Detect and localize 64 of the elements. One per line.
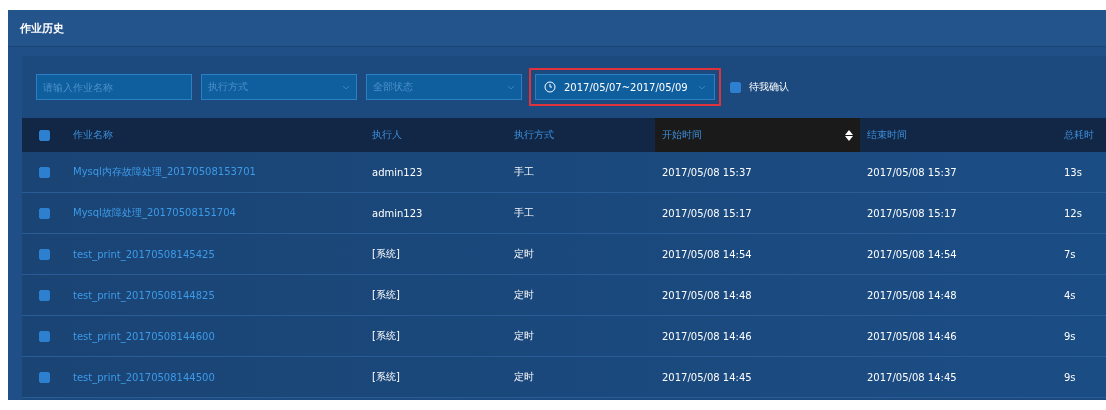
chevron-down-icon (507, 84, 515, 90)
table-row[interactable]: Mysql故障处理_20170508151704 admin123 手工 2017/05/08 15:17 2017/05/08 15:17 12s (22, 193, 1106, 234)
column-header[interactable]: 结束时间 (860, 118, 1057, 152)
table-cell-text: admin123 (371, 166, 424, 178)
table-cell-text: 2017/05/08 14:54 (661, 248, 753, 260)
table-row[interactable]: test_print_20170508144825 [系统] 定时 2017/05/08 14:48 2017/05/08 14:48 4s (22, 275, 1106, 316)
table-cell-text: 2017/05/08 15:37 (866, 166, 958, 178)
table-cell-text: admin123 (371, 207, 424, 219)
sort-icon (845, 129, 853, 141)
table-cell-text: [系统] (371, 288, 401, 302)
column-header[interactable]: 开始时间 (655, 118, 860, 152)
checkbox[interactable] (38, 166, 50, 178)
table-cell-text: 2017/05/08 15:17 (661, 207, 753, 219)
job-link[interactable]: Mysql内存故障处理_20170508153701 (66, 165, 365, 179)
pending-checkbox[interactable]: 待我确认 (730, 80, 789, 94)
table-cell-text: 12s (1063, 207, 1083, 219)
checkbox[interactable] (38, 289, 50, 301)
column-header[interactable]: 总耗时 (1057, 118, 1106, 152)
checkbox[interactable] (38, 330, 50, 342)
checkbox[interactable] (38, 129, 50, 141)
job-link[interactable]: test_print_20170508144825 (66, 289, 365, 301)
chevron-down-icon (342, 84, 350, 90)
column-header[interactable]: 执行人 (365, 118, 507, 152)
table-cell-text: [系统] (371, 370, 401, 384)
table-cell-text: 2017/05/08 14:46 (661, 330, 753, 342)
column-header[interactable]: 执行方式 (507, 118, 655, 152)
checkbox[interactable] (38, 371, 50, 383)
table-cell-text: 2017/05/08 14:45 (866, 371, 958, 383)
table-cell-text: 2017/05/08 14:48 (661, 289, 753, 301)
table-cell-text: 2017/05/08 14:45 (661, 371, 753, 383)
checkbox[interactable] (38, 248, 50, 260)
table-cell-text: 定时 (513, 288, 535, 302)
table-row[interactable]: test_print_20170508145425 [系统] 定时 2017/05/08 14:54 2017/05/08 14:54 7s (22, 234, 1106, 275)
table-cell-text: 手工 (513, 206, 535, 220)
job-link[interactable]: test_print_20170508145425 (66, 248, 365, 260)
chevron-down-icon (698, 84, 706, 90)
table-cell-text: 手工 (513, 165, 535, 179)
table-cell-text: 定时 (513, 329, 535, 343)
window-title: 作业历史 (20, 20, 64, 36)
table-cell-text: 2017/05/08 15:37 (661, 166, 753, 178)
table-cell-text: 4s (1063, 289, 1077, 301)
checkbox[interactable] (38, 207, 50, 219)
checkbox[interactable] (730, 81, 741, 93)
table-cell-text: 13s (1063, 166, 1083, 178)
job-link[interactable]: test_print_20170508144600 (66, 330, 365, 342)
table-cell-text: 定时 (513, 370, 535, 384)
table-cell-text: 2017/05/08 14:48 (866, 289, 958, 301)
date-range-field[interactable]: 2017/05/07~2017/05/09 (535, 74, 715, 100)
table-row[interactable]: Mysql内存故障处理_20170508153701 admin123 手工 2017/05/08 15:37 2017/05/08 15:37 13s (22, 152, 1106, 193)
table-cell-text: 2017/05/08 15:17 (866, 207, 958, 219)
table-cell-text: 9s (1063, 371, 1077, 383)
table-cell-text: 定时 (513, 247, 535, 261)
clock-icon (544, 81, 556, 93)
job-link[interactable]: Mysql故障处理_20170508151704 (66, 206, 365, 220)
table-row[interactable]: test_print_20170508144500 [系统] 定时 2017/05/08 14:45 2017/05/08 14:45 9s (22, 357, 1106, 398)
table-cell-text: 2017/05/08 14:54 (866, 248, 958, 260)
column-header[interactable]: 作业名称 (66, 118, 365, 152)
job-link[interactable]: test_print_20170508144500 (66, 371, 365, 383)
table-cell-text: [系统] (371, 247, 401, 261)
table-cell-text: 9s (1063, 330, 1077, 342)
table-cell-text: [系统] (371, 329, 401, 343)
table-cell-text: 7s (1063, 248, 1077, 260)
table-row[interactable]: test_print_20170508144600 [系统] 定时 2017/05/08 14:46 2017/05/08 14:46 9s (22, 316, 1106, 357)
table-cell-text: 2017/05/08 14:46 (866, 330, 958, 342)
